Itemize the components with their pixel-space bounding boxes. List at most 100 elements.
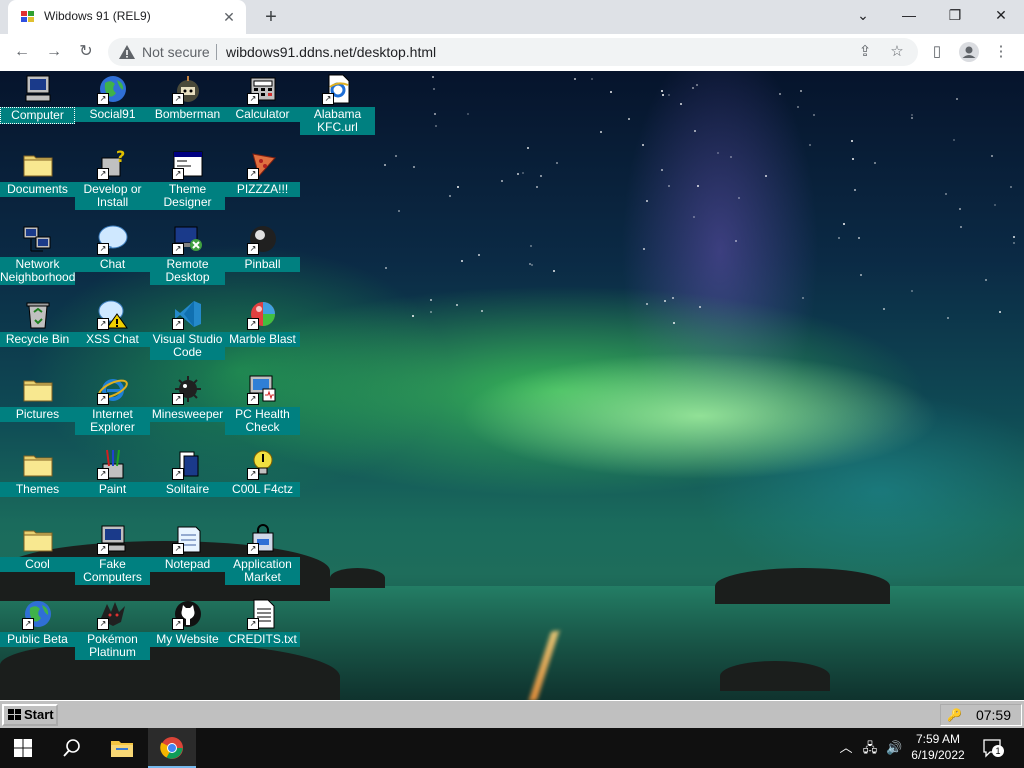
star bbox=[461, 260, 463, 262]
desktop-icon-credits-txt[interactable]: ↗ CREDITS.txt bbox=[225, 596, 300, 671]
tray-clock[interactable]: 07:59 bbox=[976, 707, 1011, 723]
close-window-button[interactable]: ✕ bbox=[978, 0, 1024, 30]
forward-button[interactable]: → bbox=[42, 40, 66, 64]
tab-title: Wibdows 91 (REL9) bbox=[44, 9, 151, 23]
star bbox=[412, 315, 414, 317]
desktop-icon-pok-mon-platinum[interactable]: ↗ Pokémon Platinum bbox=[75, 596, 150, 671]
star bbox=[517, 173, 519, 175]
start-button[interactable]: Start bbox=[2, 704, 58, 726]
star bbox=[433, 88, 435, 90]
url-text[interactable]: wibdows91.ddns.net/desktop.html bbox=[226, 44, 436, 60]
desktop-icon-my-website[interactable]: ↗ My Website bbox=[150, 596, 225, 671]
system-clock[interactable]: 7:59 AM 6/19/2022 bbox=[908, 731, 968, 763]
desktop-icon-pictures[interactable]: Pictures bbox=[0, 371, 75, 446]
minimize-button[interactable]: — bbox=[886, 0, 932, 30]
desktop-icon-themes[interactable]: Themes bbox=[0, 446, 75, 521]
bookmark-star-icon[interactable]: ☆ bbox=[888, 43, 906, 61]
omnibox-separator bbox=[216, 44, 217, 60]
desktop-icon-label: Alabama KFC.url bbox=[300, 107, 375, 135]
warning-icon[interactable] bbox=[118, 43, 136, 61]
star bbox=[553, 270, 555, 272]
desktop-icon-chat[interactable]: ↗ Chat bbox=[75, 221, 150, 296]
desktop-icon-fake-computers[interactable]: ↗ Fake Computers bbox=[75, 521, 150, 596]
close-tab-icon[interactable]: ✕ bbox=[220, 8, 238, 26]
key-icon[interactable]: 🔑 bbox=[947, 708, 962, 722]
desktop-icon-develop-or-install[interactable]: ? ↗ Develop or Install bbox=[75, 146, 150, 221]
desktop-icon-computer[interactable]: Computer bbox=[0, 71, 75, 146]
star bbox=[457, 186, 459, 188]
omnibox[interactable]: Not secure wibdows91.ddns.net/desktop.ht… bbox=[108, 38, 918, 66]
desktop-icon-c00l-f4ctz[interactable]: ↗ C00L F4ctz bbox=[225, 446, 300, 521]
side-panel-icon[interactable]: ▯ bbox=[926, 41, 948, 63]
star bbox=[432, 76, 434, 78]
clock-time: 7:59 AM bbox=[915, 732, 961, 746]
wibdows-favicon-icon bbox=[21, 11, 34, 22]
desktop-icon-pc-health-check[interactable]: ↗ PC Health Check bbox=[225, 371, 300, 446]
desktop-icon-solitaire[interactable]: ↗ Solitaire bbox=[150, 446, 225, 521]
folder-icon bbox=[23, 530, 53, 552]
desktop-icon-recycle-bin[interactable]: Recycle Bin bbox=[0, 296, 75, 371]
desktop-icon-pizzza[interactable]: ↗ PIZZZA!!! bbox=[225, 146, 300, 221]
profile-avatar-icon[interactable] bbox=[958, 41, 980, 63]
desktop-icon-public-beta[interactable]: ↗ Public Beta bbox=[0, 596, 75, 671]
star bbox=[874, 162, 876, 164]
desktop-icon-calculator[interactable]: ↗ Calculator bbox=[225, 71, 300, 146]
desktop-icon-internet-explorer[interactable]: ↗ Internet Explorer bbox=[75, 371, 150, 446]
desktop-icon-paint[interactable]: ↗ Paint bbox=[75, 446, 150, 521]
volume-icon[interactable]: 🔊 bbox=[886, 740, 902, 756]
desktop-icon-alabama-kfc-url[interactable]: ↗ Alabama KFC.url bbox=[300, 71, 375, 146]
recycle-bin-icon bbox=[26, 302, 50, 329]
star bbox=[600, 131, 602, 133]
shortcut-arrow-icon: ↗ bbox=[97, 93, 109, 105]
search-icon[interactable] bbox=[62, 738, 82, 758]
browser-tab[interactable]: Wibdows 91 (REL9) ✕ bbox=[8, 0, 246, 34]
folder-icon bbox=[23, 455, 53, 477]
desktop-icon-label: XSS Chat bbox=[75, 332, 150, 347]
star bbox=[529, 263, 531, 265]
star bbox=[643, 248, 645, 250]
tab-search-icon[interactable]: ⌄ bbox=[840, 0, 886, 30]
star bbox=[646, 200, 648, 202]
back-button[interactable]: ← bbox=[10, 40, 34, 64]
reload-button[interactable]: ↻ bbox=[74, 40, 98, 64]
desktop-icon-label: C00L F4ctz bbox=[225, 482, 300, 497]
star bbox=[696, 84, 698, 86]
desktop-icon-social91[interactable]: ↗ Social91 bbox=[75, 71, 150, 146]
restore-button[interactable]: ❐ bbox=[932, 0, 978, 30]
folder-icon bbox=[23, 155, 53, 177]
desktop-icon-application-market[interactable]: ↗ Application Market bbox=[225, 521, 300, 596]
chrome-taskbar-button[interactable] bbox=[148, 728, 196, 768]
desktop-icon-visual-studio-code[interactable]: ↗ Visual Studio Code bbox=[150, 296, 225, 371]
desktop-icon-network-neighborhood[interactable]: Network Neighborhood bbox=[0, 221, 75, 296]
clock-date: 6/19/2022 bbox=[911, 748, 965, 762]
svg-text:?: ? bbox=[116, 148, 125, 166]
desktop-icon-remote-desktop[interactable]: ↗ Remote Desktop bbox=[150, 221, 225, 296]
star bbox=[797, 106, 799, 108]
network-icon[interactable]: 🖧 bbox=[862, 740, 878, 756]
star bbox=[449, 195, 451, 197]
desktop-icon-notepad[interactable]: ↗ Notepad bbox=[150, 521, 225, 596]
desktop-icon-cool[interactable]: Cool bbox=[0, 521, 75, 596]
windows-start-icon[interactable] bbox=[14, 739, 32, 757]
desktop-icon-bomberman[interactable]: ↗ Bomberman bbox=[150, 71, 225, 146]
desktop-icon-pinball[interactable]: ↗ Pinball bbox=[225, 221, 300, 296]
desktop-icon-minesweeper[interactable]: ↗ Minesweeper bbox=[150, 371, 225, 446]
desktop-icon-theme-designer[interactable]: ↗ Theme Designer bbox=[150, 146, 225, 221]
notifications-button[interactable]: 1 bbox=[982, 738, 1004, 758]
star bbox=[434, 113, 436, 115]
star bbox=[456, 304, 458, 306]
desktop-icon-marble-blast[interactable]: ↗ Marble Blast bbox=[225, 296, 300, 371]
star bbox=[628, 118, 630, 120]
desktop-icon-documents[interactable]: Documents bbox=[0, 146, 75, 221]
new-tab-button[interactable]: + bbox=[260, 6, 282, 28]
desktop[interactable]: Computer ↗ Social91 ↗ Bomberman ↗ Calculator ↗ A… bbox=[0, 71, 1024, 700]
shortcut-arrow-icon: ↗ bbox=[97, 468, 109, 480]
share-icon[interactable]: ⇪ bbox=[856, 43, 874, 61]
browser-menu-icon[interactable]: ⋮ bbox=[990, 41, 1012, 63]
show-hidden-icons-icon[interactable]: ︿ bbox=[838, 740, 854, 756]
star bbox=[843, 223, 845, 225]
not-secure-label[interactable]: Not secure bbox=[142, 44, 210, 60]
file-explorer-taskbar-button[interactable] bbox=[98, 728, 146, 768]
desktop-icon-label: Public Beta bbox=[0, 632, 75, 647]
desktop-icon-xss-chat[interactable]: ↗ XSS Chat bbox=[75, 296, 150, 371]
